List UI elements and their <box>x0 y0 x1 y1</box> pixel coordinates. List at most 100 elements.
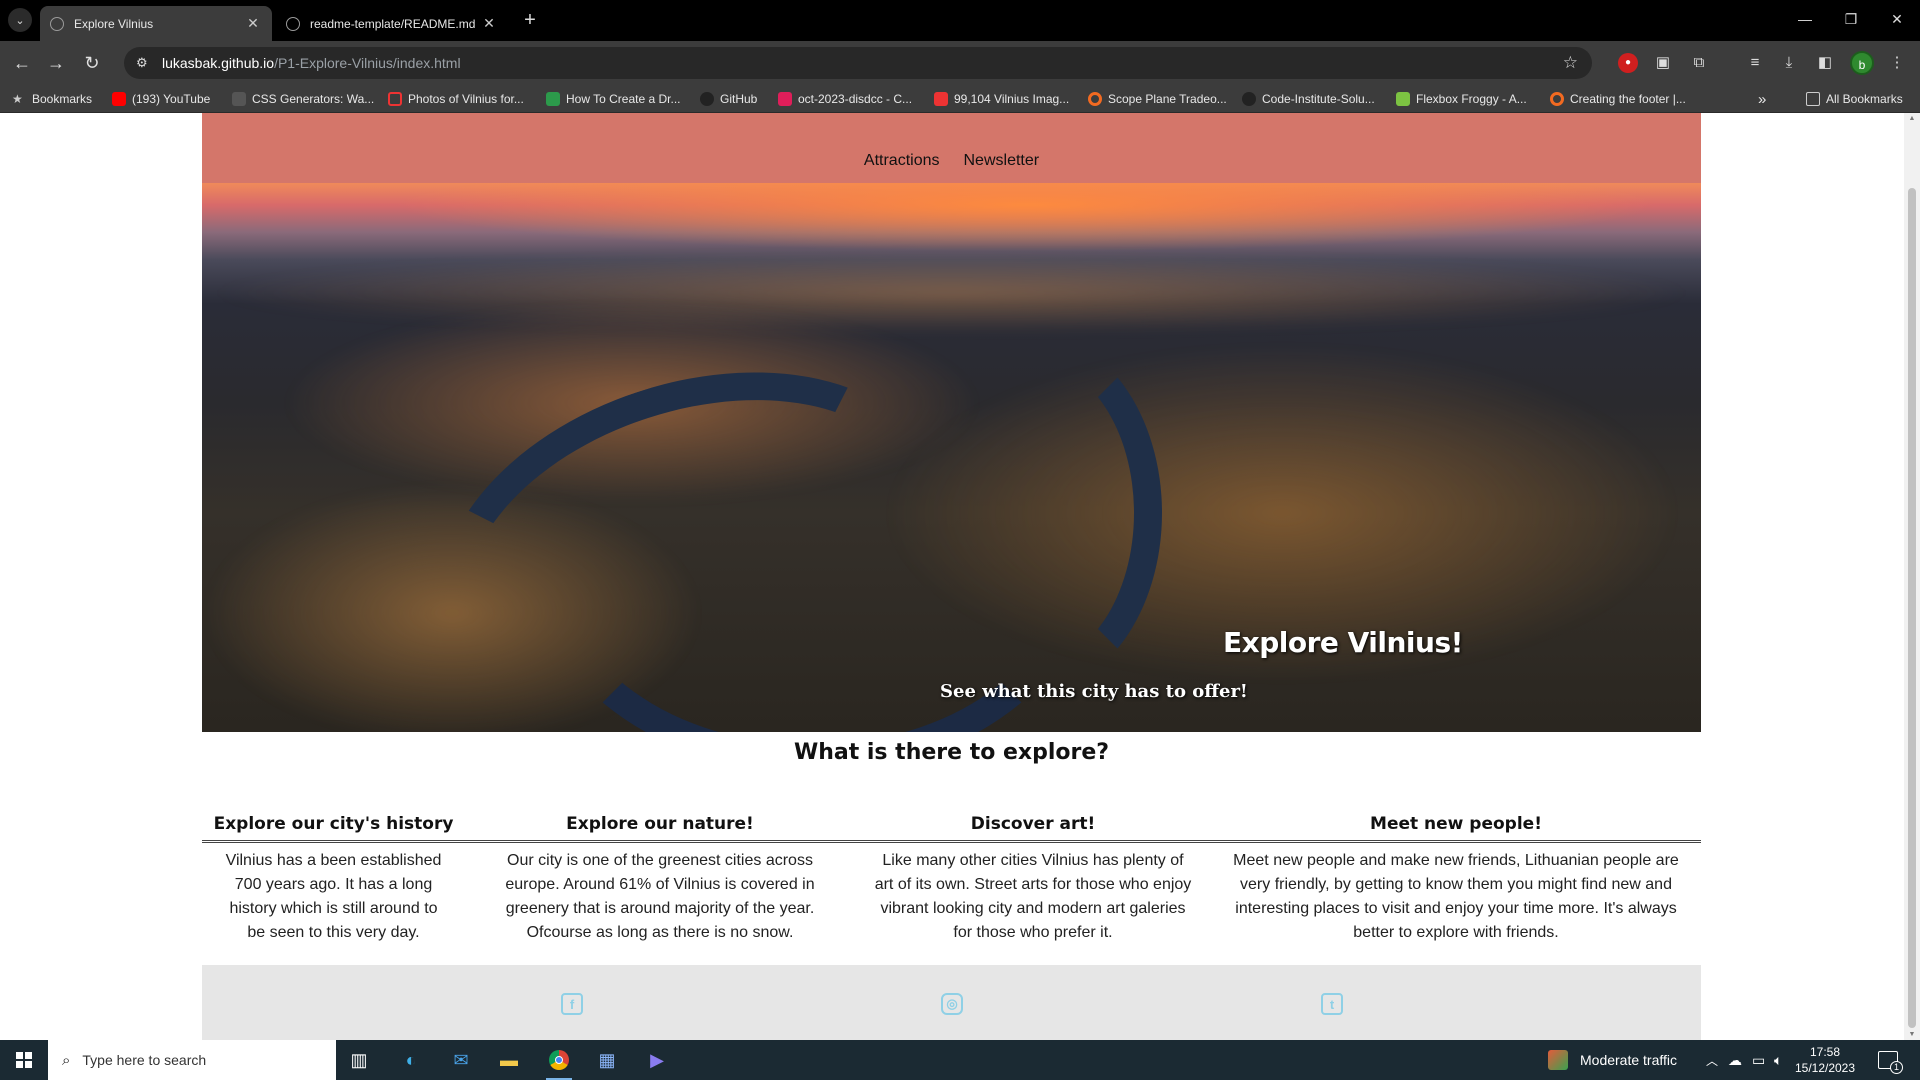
forward-button[interactable]: → <box>44 51 68 75</box>
taskbar-search[interactable]: ⌕ Type here to search <box>48 1040 336 1080</box>
youtube-icon <box>112 92 126 106</box>
hero-subtitle: See what this city has to offer! <box>940 681 1248 702</box>
more-bookmarks-button[interactable]: » <box>1758 90 1766 108</box>
close-window-button[interactable]: ✕ <box>1874 0 1920 41</box>
scroll-down-arrow[interactable]: ▼ <box>1908 1031 1916 1038</box>
circle-icon <box>1088 92 1102 106</box>
card-art: Discover art! Like many other cities Vil… <box>855 814 1211 945</box>
site-container: Attractions Newsletter Explore Vilnius! … <box>202 113 1701 945</box>
app-icon[interactable]: ▶ <box>642 1046 672 1074</box>
bookmark-item[interactable]: CSS Generators: Wa... <box>232 90 374 108</box>
card-history: Explore our city's history Vilnius has a… <box>202 814 465 945</box>
github-icon <box>700 92 714 106</box>
star-icon: ★ <box>12 92 23 106</box>
tab-bar: ⌄ Explore Vilnius ✕ readme-template/READ… <box>0 0 1920 41</box>
download-icon[interactable]: ⤓ <box>1778 52 1800 74</box>
card-nature: Explore our nature! Our city is one of t… <box>465 814 855 945</box>
bookmarks-bar: ★ Bookmarks (193) YouTube CSS Generators:… <box>0 85 1920 113</box>
card-text: Vilnius has a been established 700 years… <box>225 852 442 941</box>
tab-readme[interactable]: readme-template/README.md ✕ <box>276 6 508 41</box>
bookmark-item[interactable]: Scope Plane Tradeo... <box>1088 90 1227 108</box>
windows-icon <box>16 1052 32 1068</box>
card-title: Meet new people! <box>1211 814 1701 843</box>
extension-icon-red[interactable]: ● <box>1618 53 1638 73</box>
frog-icon <box>1396 92 1410 106</box>
notification-icon[interactable]: 1 <box>1878 1040 1903 1080</box>
nav-attractions[interactable]: Attractions <box>864 153 940 169</box>
images-icon <box>934 92 948 106</box>
weather-widget[interactable]: Moderate traffic <box>1548 1040 1677 1080</box>
features-row: Explore our city's history Vilnius has a… <box>202 814 1701 945</box>
close-tab-icon[interactable]: ✕ <box>480 15 498 32</box>
close-tab-icon[interactable]: ✕ <box>244 15 262 32</box>
w3-icon <box>546 92 560 106</box>
site-info-icon[interactable]: ⚙ <box>136 55 152 71</box>
bookmark-item[interactable]: Flexbox Froggy - A... <box>1396 90 1527 108</box>
bookmark-item[interactable]: (193) YouTube <box>112 90 210 108</box>
profile-avatar[interactable]: b <box>1850 51 1874 75</box>
minimize-button[interactable]: — <box>1782 0 1828 41</box>
page-viewport: Attractions Newsletter Explore Vilnius! … <box>0 113 1904 1040</box>
taskbar: ⌕ Type here to search ▥ ◐ ✉ ▬ ▦ ▶ Modera… <box>0 1040 1920 1080</box>
extension-icon[interactable]: ▣ <box>1652 52 1674 74</box>
onedrive-icon[interactable]: ☁ <box>1728 1040 1742 1080</box>
river <box>902 333 1162 693</box>
extensions-puzzle-icon[interactable]: ⧉ <box>1688 52 1710 74</box>
bookmark-item[interactable]: ★ Bookmarks <box>12 90 92 108</box>
restore-button[interactable]: ❐ <box>1828 0 1874 41</box>
search-icon: ⌕ <box>62 1051 71 1069</box>
hero-image: Explore Vilnius! See what this city has … <box>202 183 1701 732</box>
nav-newsletter[interactable]: Newsletter <box>964 153 1040 169</box>
address-bar[interactable]: ⚙ lukasbak.github.io/P1-Explore-Vilnius/… <box>124 47 1592 79</box>
mail-icon[interactable]: ✉ <box>446 1046 476 1074</box>
folder-icon <box>1806 92 1820 106</box>
task-view-icon[interactable]: ▥ <box>344 1046 374 1074</box>
bookmark-item[interactable]: Photos of Vilnius for... <box>388 90 524 108</box>
globe-icon <box>50 16 64 31</box>
bookmark-item[interactable]: GitHub <box>700 90 757 108</box>
reload-button[interactable]: ↻ <box>80 51 104 75</box>
volume-icon[interactable]: 🔈︎ <box>1774 1040 1782 1080</box>
card-title: Explore our nature! <box>465 814 855 843</box>
tab-title: Explore Vilnius <box>74 16 154 31</box>
facebook-icon[interactable]: f <box>561 993 583 1015</box>
scroll-up-arrow[interactable]: ▲ <box>1908 115 1916 122</box>
network-icon[interactable]: ▭ <box>1752 1040 1765 1080</box>
side-panel-icon[interactable]: ◧ <box>1814 52 1836 74</box>
card-people: Meet new people! Meet new people and mak… <box>1211 814 1701 945</box>
edge-icon[interactable]: ◐ <box>396 1046 426 1074</box>
file-explorer-icon[interactable]: ▬ <box>494 1046 524 1074</box>
back-button[interactable]: ← <box>10 51 34 75</box>
new-tab-button[interactable]: + <box>518 9 542 33</box>
menu-kebab-icon[interactable]: ⋮ <box>1886 52 1908 74</box>
bookmark-item[interactable]: Creating the footer |... <box>1550 90 1686 108</box>
weather-text: Moderate traffic <box>1580 1052 1678 1068</box>
tab-explore-vilnius[interactable]: Explore Vilnius ✕ <box>40 6 272 41</box>
bookmark-item[interactable]: 99,104 Vilnius Imag... <box>934 90 1069 108</box>
bookmark-item[interactable]: Code-Institute-Solu... <box>1242 90 1375 108</box>
circle-icon <box>1550 92 1564 106</box>
section-title: What is there to explore? <box>793 740 1110 765</box>
page-scrollbar[interactable]: ▲ ▼ <box>1904 113 1920 1040</box>
card-title: Explore our city's history <box>202 814 465 843</box>
twitter-icon[interactable]: t <box>1321 993 1343 1015</box>
card-title: Discover art! <box>855 814 1211 843</box>
start-button[interactable] <box>0 1040 48 1080</box>
chrome-icon[interactable] <box>544 1046 574 1080</box>
bookmark-item[interactable]: oct-2023-disdcc - C... <box>778 90 912 108</box>
media-control-icon[interactable]: ≡ <box>1744 52 1766 74</box>
all-bookmarks-button[interactable]: All Bookmarks <box>1806 90 1903 108</box>
store-icon[interactable]: ▦ <box>592 1046 622 1074</box>
tray-overflow-icon[interactable]: ︿ <box>1706 1040 1718 1080</box>
clock[interactable]: 17:58 15/12/2023 <box>1790 1044 1860 1076</box>
tab-search-button[interactable]: ⌄ <box>8 8 32 32</box>
bookmark-star-icon[interactable]: ☆ <box>1563 53 1578 73</box>
github-icon <box>286 16 300 31</box>
url-text: lukasbak.github.io/P1-Explore-Vilnius/in… <box>162 55 461 71</box>
tab-title: readme-template/README.md <box>310 16 476 31</box>
instagram-icon[interactable]: ◎ <box>941 993 963 1015</box>
card-text: Meet new people and make new friends, Li… <box>1233 852 1679 941</box>
bookmark-item[interactable]: How To Create a Dr... <box>546 90 681 108</box>
scroll-thumb[interactable] <box>1908 188 1916 1028</box>
site-footer: f ◎ t <box>202 965 1701 1040</box>
